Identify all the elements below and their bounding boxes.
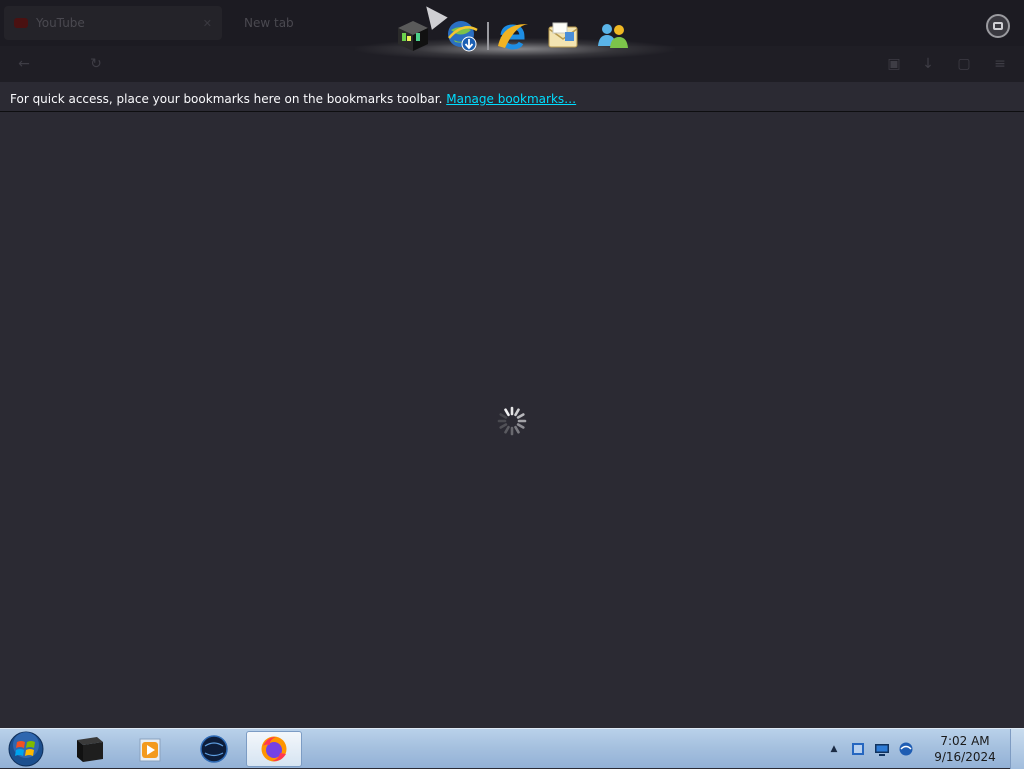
action-center-flag-icon[interactable] xyxy=(850,741,866,757)
manage-bookmarks-link[interactable]: Manage bookmarks… xyxy=(446,92,576,106)
loading-spinner-icon xyxy=(497,406,527,436)
extensions-icon[interactable]: ▢ xyxy=(954,54,974,74)
mail-envelope-icon[interactable] xyxy=(545,18,581,54)
taskbar-firefox-button[interactable] xyxy=(246,731,302,767)
terminal-icon xyxy=(77,737,103,762)
youtube-favicon-icon xyxy=(14,18,28,28)
clock-time: 7:02 AM xyxy=(940,734,990,748)
taskbar-network-button[interactable] xyxy=(186,731,242,767)
browser-window: YouTube ✕ New tab ← ↻ ▣ ↓ ▢ ≡ For quick … xyxy=(0,0,1024,728)
internet-explorer-icon[interactable] xyxy=(495,18,531,54)
reload-icon[interactable]: ↻ xyxy=(86,54,106,74)
taskbar-terminal-button[interactable] xyxy=(62,731,118,767)
taskbar: ▲ 7:02 AM 9/16/2024 xyxy=(0,728,1024,769)
windows-explorer-cube-icon[interactable] xyxy=(395,18,431,54)
bookmarks-empty-message: For quick access, place your bookmarks h… xyxy=(10,92,443,106)
tab-youtube[interactable]: YouTube ✕ xyxy=(4,6,222,40)
tab-title: New tab xyxy=(244,16,294,30)
sync-globe-icon[interactable] xyxy=(898,741,914,757)
menu-hamburger-icon[interactable]: ≡ xyxy=(990,54,1010,74)
bookmarks-toolbar: For quick access, place your bookmarks h… xyxy=(0,86,1024,112)
dock-bar xyxy=(355,0,675,72)
briefcase-assistant-icon[interactable] xyxy=(986,14,1010,38)
network-globe-icon xyxy=(200,735,228,763)
tab-close-icon[interactable]: ✕ xyxy=(203,17,212,30)
firefox-icon xyxy=(261,736,287,762)
system-tray: ▲ xyxy=(826,729,922,769)
messenger-buddies-icon[interactable] xyxy=(595,18,631,54)
media-player-icon xyxy=(139,738,161,762)
pocket-icon[interactable]: ▣ xyxy=(884,54,904,74)
dock-separator xyxy=(487,22,489,50)
start-button-windows-icon[interactable] xyxy=(6,730,46,768)
tab-title: YouTube xyxy=(36,16,85,30)
show-hidden-icons-chevron-icon[interactable]: ▲ xyxy=(826,741,842,757)
globe-download-icon[interactable] xyxy=(445,18,481,54)
show-desktop-button[interactable] xyxy=(1010,729,1024,769)
back-arrow-icon[interactable]: ← xyxy=(14,54,34,74)
system-clock[interactable]: 7:02 AM 9/16/2024 xyxy=(930,733,1000,765)
network-monitor-icon[interactable] xyxy=(874,741,890,757)
downloads-icon[interactable]: ↓ xyxy=(918,54,938,74)
taskbar-media-player-button[interactable] xyxy=(122,731,178,767)
clock-date: 9/16/2024 xyxy=(934,750,996,764)
